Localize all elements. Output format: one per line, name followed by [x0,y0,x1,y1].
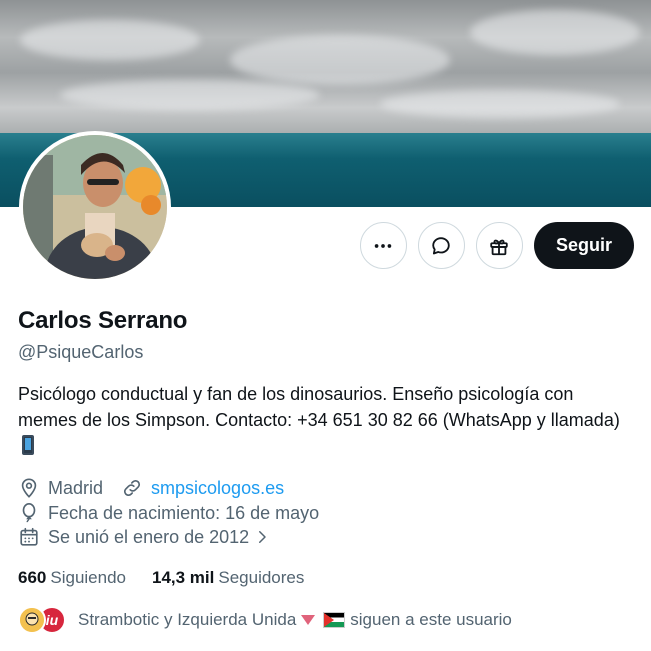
profile-avatar[interactable] [19,131,171,283]
profile-birthday-row: Fecha de nacimiento: 16 de mayo [18,502,319,524]
profile-meta-row: Madrid smpsicologos.es [18,477,284,499]
banner-cloud [60,80,320,110]
follow-button[interactable]: Seguir [533,222,634,269]
location-icon [21,478,37,498]
message-icon [432,236,451,254]
red-triangle-icon [301,615,316,625]
profile-birthday: Fecha de nacimiento: 16 de mayo [48,502,320,523]
following-label: Siguiendo [50,568,126,587]
more-button[interactable] [359,222,407,269]
followed-by-row[interactable]: iu Strambotic y Izquierda Unida siguen a… [18,606,512,634]
profile-joined: Se unió el enero de 2012 [48,526,250,547]
more-icon [375,243,392,248]
mobile-phone-icon [22,435,34,455]
profile-handle: @PsiqueCarlos [18,342,144,362]
balloon-icon [22,503,36,523]
follower-avatar-strambotic [18,606,46,634]
profile-location: Madrid [48,477,104,498]
following-stat[interactable]: 660 Siguiendo [18,568,126,588]
banner-cloud [20,20,200,60]
bio-text: Psicólogo conductual y fan de los dinosa… [18,384,620,430]
followers-stat[interactable]: 14,3 mil Seguidores [152,568,304,588]
strambotic-logo-icon [20,608,44,632]
profile-bio: Psicólogo conductual y fan de los dinosa… [18,381,628,459]
banner-cloud [470,10,640,55]
followed-by-names: Strambotic y Izquierda Unida [78,610,297,629]
followers-count: 14,3 mil [152,568,215,587]
followers-label: Seguidores [218,568,305,587]
banner-cloud [230,35,450,85]
profile-joined-row[interactable]: Se unió el enero de 2012 [18,526,279,548]
gift-icon [490,239,509,255]
chevron-right-icon [259,531,266,543]
profile-stats: 660 Siguiendo 14,3 mil Seguidores [18,568,304,588]
profile-name: Carlos Serrano [18,307,188,334]
banner-cloud [380,90,620,118]
palestine-flag-icon [323,612,346,628]
avatar-photo [23,135,167,279]
profile-actions: Seguir [359,222,634,269]
followed-by-suffix: siguen a este usuario [350,610,512,629]
following-count: 660 [18,568,47,587]
profile-website-link[interactable]: smpsicologos.es [151,478,284,499]
calendar-icon [20,527,38,546]
iu-logo-icon: iu [45,612,59,628]
message-button[interactable] [417,222,465,269]
link-icon [123,479,141,497]
gift-button[interactable] [475,222,523,269]
